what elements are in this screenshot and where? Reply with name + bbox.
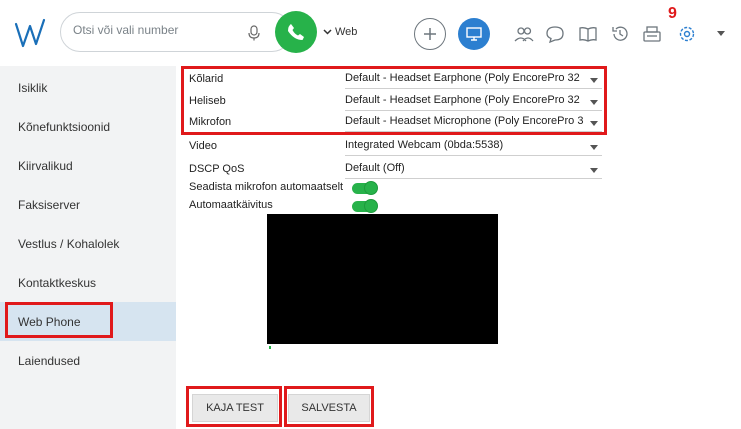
autostart-toggle[interactable]: [352, 199, 378, 213]
auto-mic-toggle[interactable]: [352, 181, 378, 195]
dropdown-arrow-icon: [590, 168, 598, 173]
sidebar-item-extensions[interactable]: Laiendused: [0, 341, 176, 380]
highlight-save: [284, 386, 374, 427]
sidebar-item-label: Vestlus / Kohalolek: [18, 236, 120, 251]
sidebar-item-label: Kõnefunktsioonid: [18, 119, 111, 134]
auto-mic-label: Seadista mikrofon automaatselt: [189, 181, 344, 193]
dscp-label: DSCP QoS: [189, 163, 245, 175]
sidebar-item-label: Faksiserver: [18, 197, 81, 212]
dscp-select[interactable]: Default (Off): [345, 162, 602, 179]
video-label: Video: [189, 140, 217, 152]
colleagues-icon[interactable]: [514, 24, 534, 44]
sidebar-item-chat-presence[interactable]: Vestlus / Kohalolek: [0, 224, 176, 263]
toggle-knob: [364, 199, 378, 213]
notification-badge: 9: [668, 5, 677, 22]
video-select[interactable]: Integrated Webcam (0bda:5538): [345, 139, 602, 156]
sidebar-item-speed-dials[interactable]: Kiirvalikud: [0, 146, 176, 185]
sidebar-item-label: Kiirvalikud: [18, 158, 73, 173]
chevron-down-icon: [323, 29, 332, 35]
menu-caret-icon[interactable]: [716, 28, 726, 38]
sidebar-item-fax-server[interactable]: Faksiserver: [0, 185, 176, 224]
history-icon[interactable]: [610, 24, 630, 44]
microphone-icon[interactable]: [247, 25, 261, 41]
phone-mode-select[interactable]: Web: [323, 26, 357, 38]
highlight-audio-devices: [181, 66, 607, 135]
wildix-logo-icon: [14, 18, 46, 48]
sidebar-item-contact-center[interactable]: Kontaktkeskus: [0, 263, 176, 302]
video-value: Integrated Webcam (0bda:5538): [345, 139, 504, 151]
dropdown-arrow-icon: [590, 145, 598, 150]
phone-mode-label: Web: [335, 26, 358, 38]
sidebar-item-label: Isiklik: [18, 80, 48, 95]
plus-icon: [424, 28, 436, 40]
video-level-indicator: [269, 346, 271, 349]
add-button[interactable]: [414, 18, 446, 50]
sidebar-item-call-features[interactable]: Kõnefunktsioonid: [0, 107, 176, 146]
fax-icon[interactable]: [642, 24, 662, 44]
monitor-icon: [466, 27, 482, 41]
top-bar: Web 9: [0, 0, 741, 66]
sidebar-item-label: Laiendused: [18, 353, 81, 368]
sidebar-item-personal[interactable]: Isiklik: [0, 68, 176, 107]
settings-gear-icon[interactable]: [677, 24, 697, 44]
chat-icon[interactable]: [545, 24, 565, 44]
screen-share-button[interactable]: [458, 18, 490, 50]
video-preview: [267, 214, 498, 344]
settings-sidebar: Isiklik Kõnefunktsioonid Kiirvalikud Fak…: [0, 66, 176, 429]
autostart-label: Automaatkäivitus: [189, 199, 273, 211]
highlight-web-phone: [5, 302, 113, 338]
sidebar-item-label: Kontaktkeskus: [18, 275, 97, 290]
toggle-knob: [364, 181, 378, 195]
call-button[interactable]: [275, 11, 317, 53]
phonebook-icon[interactable]: [578, 24, 598, 44]
phone-icon: [288, 24, 304, 40]
dscp-value: Default (Off): [345, 162, 405, 174]
search-input[interactable]: [73, 23, 243, 37]
search-box: [60, 12, 292, 52]
highlight-echo-test: [186, 386, 282, 427]
